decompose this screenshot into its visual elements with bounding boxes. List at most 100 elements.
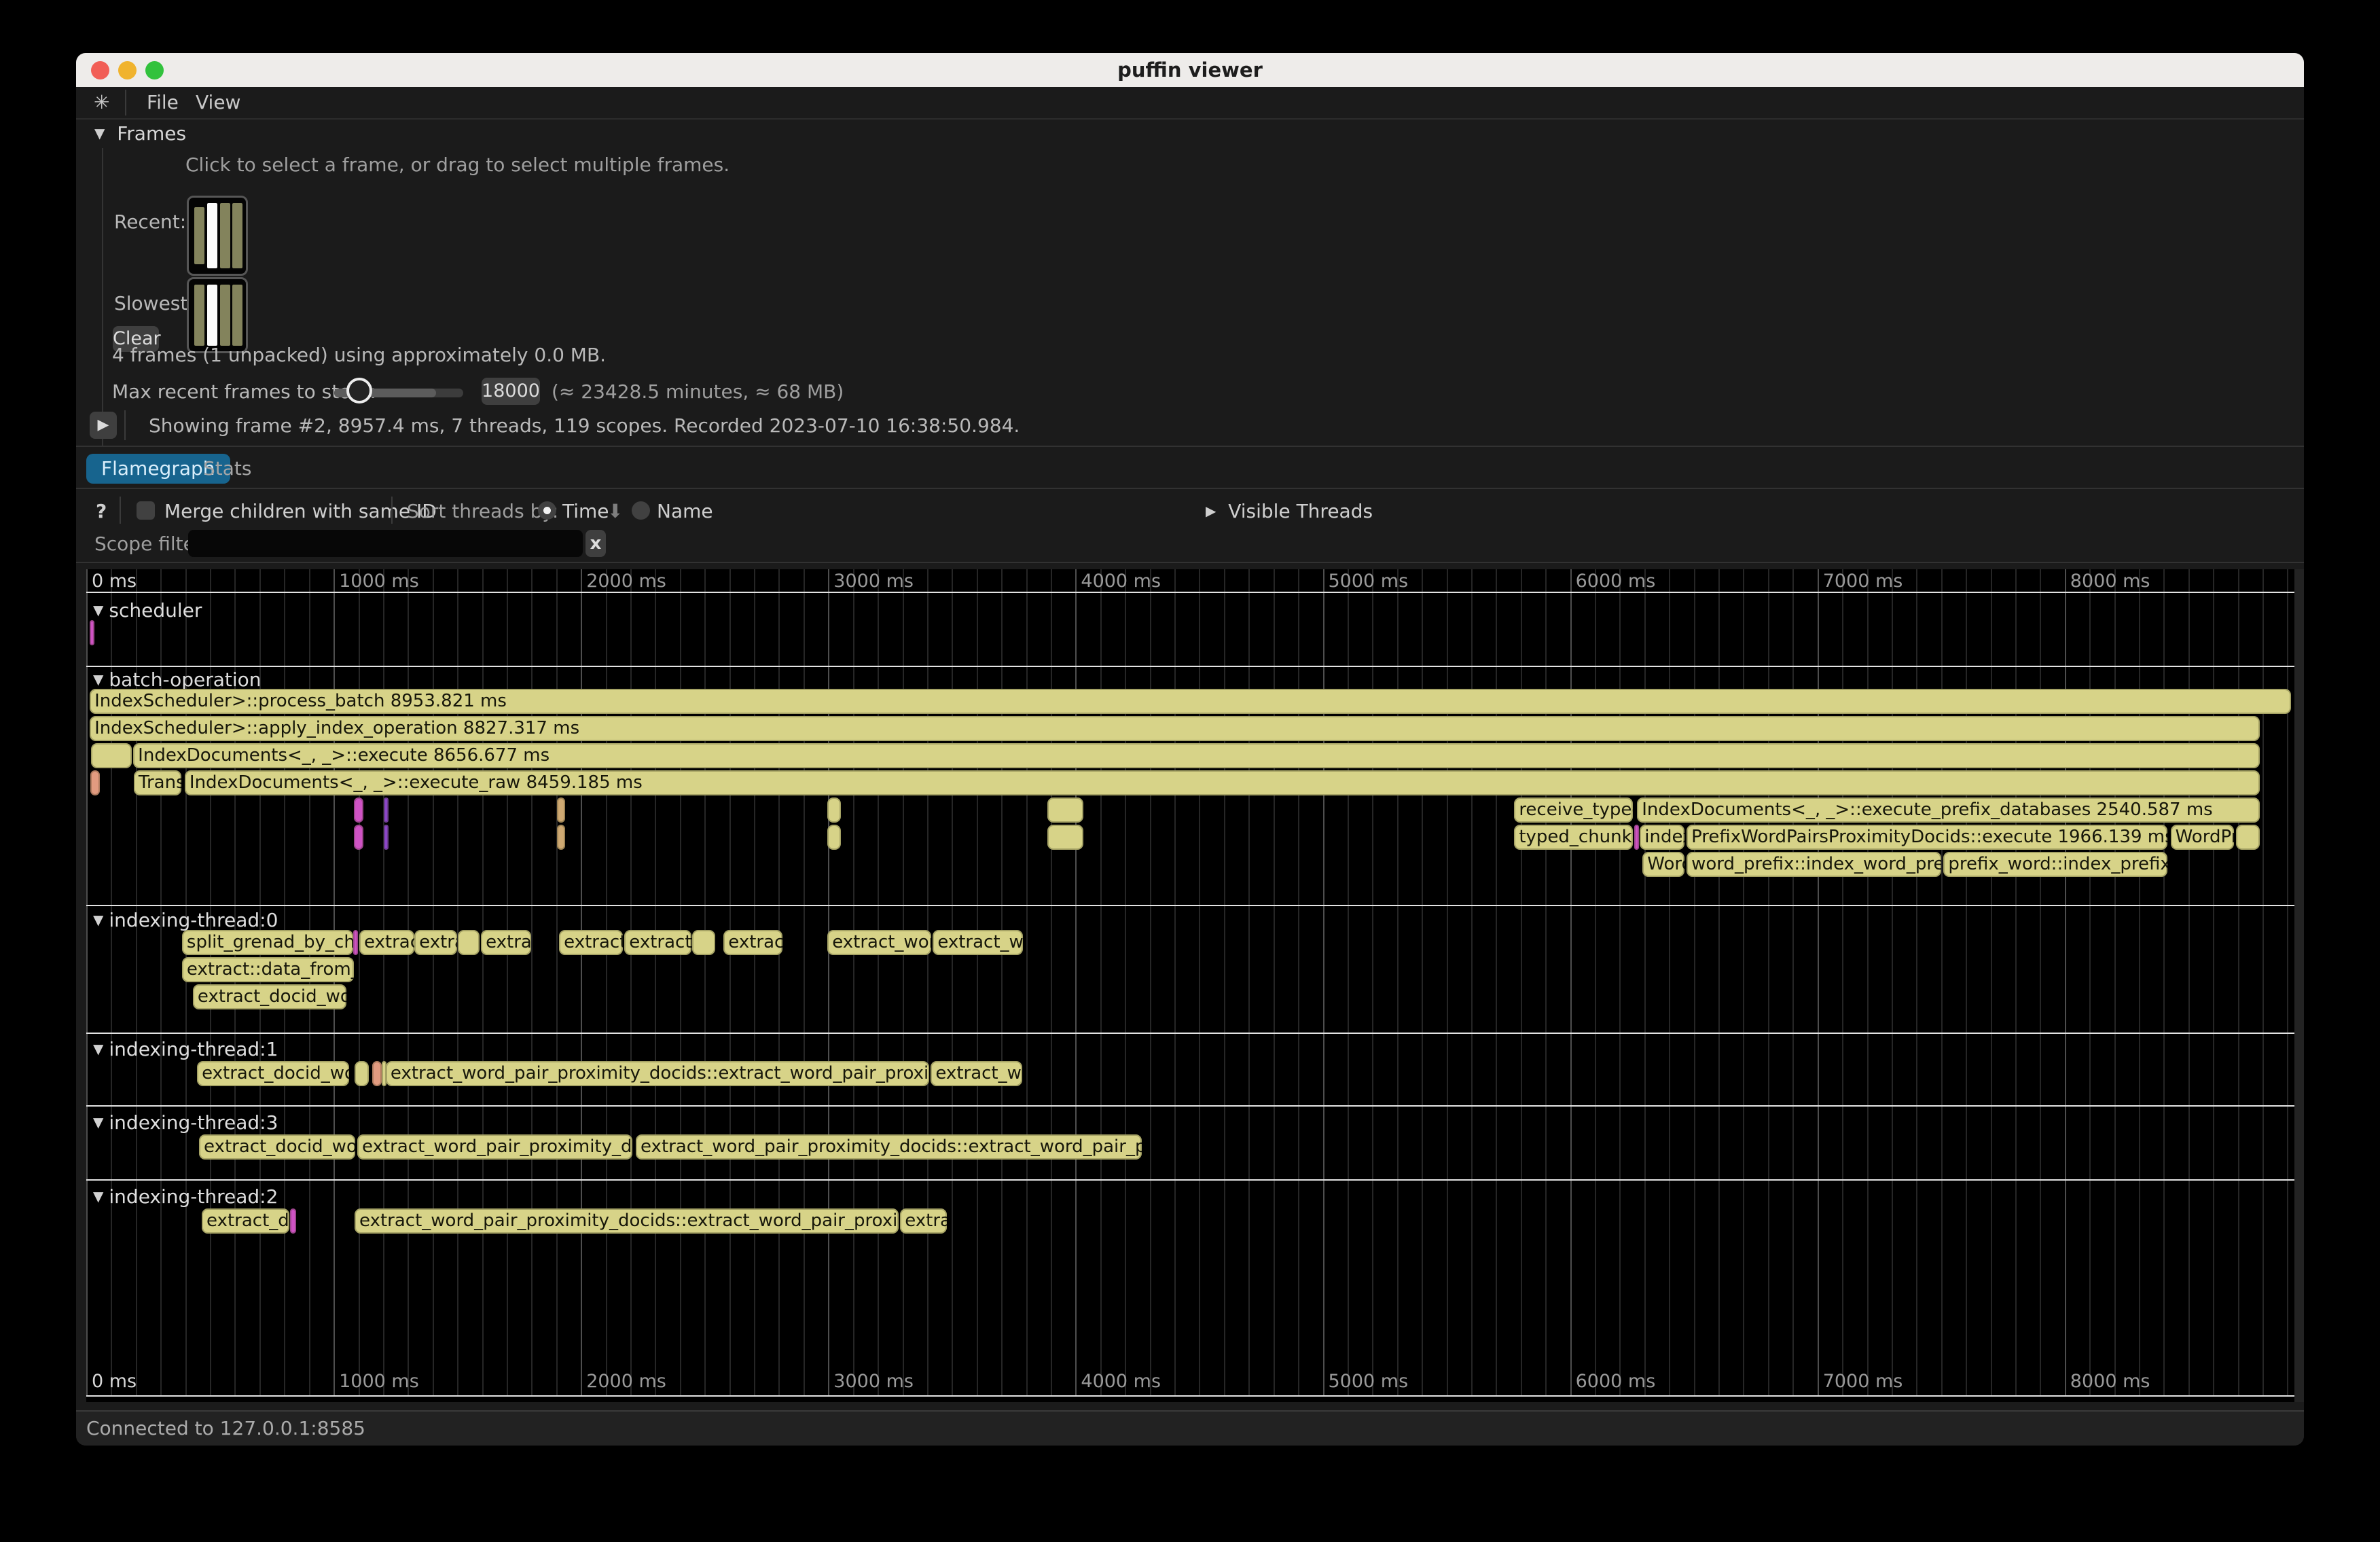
flame-bar[interactable]: extract_doc [202, 1208, 289, 1234]
flame-bar[interactable]: WordPr [2171, 825, 2234, 850]
menu-item-file[interactable]: File [147, 87, 179, 118]
section-separator-line [86, 1033, 2294, 1034]
flame-bar[interactable]: extract_word_pair_proximity_docids::extr… [355, 1208, 899, 1234]
flame-bar[interactable]: extract_word_pair_proximity_docids [357, 1134, 632, 1160]
axis-tick-label: 8000 ms [2070, 571, 2150, 592]
axis-tick-label: 6000 ms [1576, 571, 1656, 592]
flame-bar[interactable]: Word [1642, 852, 1684, 877]
flame-bar[interactable]: extract_docid_word [197, 1061, 349, 1086]
axis-tick-label: 5000 ms [1329, 1371, 1409, 1392]
flame-bar[interactable]: extract [723, 930, 782, 955]
frame-bar-selected[interactable] [207, 285, 217, 346]
thread-header-indexing-thread:1[interactable]: ▼indexing-thread:1 [93, 1038, 278, 1060]
max-frames-value[interactable]: 18000 [482, 378, 540, 405]
window-title: puffin viewer [76, 53, 2304, 87]
frames-section-header[interactable]: ▼ Frames [94, 122, 186, 145]
thread-header-indexing-thread:3[interactable]: ▼indexing-thread:3 [93, 1111, 278, 1134]
frame-bar[interactable] [220, 203, 230, 268]
scrollbar-track[interactable] [2294, 569, 2304, 1402]
flame-bar[interactable]: IndexDocuments<_, _>::execute_prefix_dat… [1637, 797, 2260, 823]
flame-bar[interactable]: extract_docid_word [199, 1134, 355, 1160]
frame-bar[interactable] [194, 285, 204, 346]
flame-bar[interactable] [2236, 825, 2260, 850]
help-button[interactable]: ? [96, 500, 107, 522]
flame-bar[interactable]: extract_ [559, 930, 623, 955]
flame-bar[interactable]: extract_word_pair_proximity_docids::extr… [636, 1134, 1142, 1160]
thread-header-indexing-thread:0[interactable]: ▼indexing-thread:0 [93, 909, 278, 931]
flame-bar[interactable]: extract [359, 930, 414, 955]
flame-bar[interactable] [557, 797, 565, 823]
flame-bar[interactable] [692, 930, 715, 955]
flame-bar[interactable]: extrac [900, 1208, 947, 1234]
flame-bar[interactable] [384, 797, 389, 823]
scope-filter-input[interactable] [188, 530, 583, 557]
flame-bar[interactable]: IndexScheduler>::process_batch 8953.821 … [90, 689, 2290, 714]
frame-bar-selected[interactable] [207, 203, 217, 268]
flame-bar[interactable]: prefix_word::index_prefix_wo [1943, 852, 2167, 877]
flame-bar[interactable]: extract_wo [931, 1061, 1022, 1086]
flame-bar[interactable] [1047, 797, 1083, 823]
frame-bar[interactable] [232, 285, 242, 346]
flame-bar[interactable] [372, 1061, 382, 1086]
flame-bar[interactable]: extract::data_from_ob [182, 957, 354, 982]
menu-item-view[interactable]: View [196, 87, 240, 118]
divider [76, 446, 2304, 447]
flame-bar[interactable] [353, 930, 358, 955]
sort-name-label: Name [657, 500, 713, 522]
flame-bar[interactable]: PrefixWordPairsProximityDocids::execute … [1687, 825, 2167, 850]
flame-bar[interactable]: IndexDocuments<_, _>::execute 8656.677 m… [133, 743, 2260, 768]
chevron-down-icon: ▼ [93, 1188, 103, 1204]
recent-frames-thumbnail[interactable] [187, 196, 248, 276]
flame-bar[interactable]: extra [414, 930, 457, 955]
flame-bar[interactable] [1634, 825, 1639, 850]
visible-threads-toggle[interactable]: ▶ Visible Threads [1206, 500, 1373, 522]
sort-name-radio[interactable] [632, 501, 650, 520]
flame-bar[interactable]: IndexDocuments<_, _>::execute_raw 8459.1… [185, 770, 2260, 795]
flame-bar[interactable] [827, 797, 841, 823]
tab-stats[interactable]: Stats [203, 454, 251, 484]
flame-bar[interactable] [90, 770, 100, 795]
flame-bar[interactable] [354, 825, 363, 850]
section-separator-line [86, 1395, 2294, 1397]
frame-bar[interactable] [194, 207, 204, 264]
flame-bar[interactable] [827, 825, 841, 850]
flame-bar[interactable]: index [1640, 825, 1684, 850]
flame-bar[interactable] [384, 825, 389, 850]
merge-children-checkbox[interactable] [137, 501, 155, 520]
flame-bar[interactable] [354, 797, 363, 823]
thread-header-indexing-thread:2[interactable]: ▼indexing-thread:2 [93, 1185, 278, 1208]
flame-bar[interactable]: extract_docid_word [193, 984, 346, 1009]
theme-toggle-icon[interactable]: ✳ [94, 87, 109, 118]
slider-knob[interactable] [346, 378, 372, 404]
thread-header-scheduler[interactable]: ▼scheduler [93, 599, 202, 622]
slowest-frames-thumbnail[interactable] [187, 277, 248, 353]
flame-bar[interactable]: extract_word_pair_proximity_docids::extr… [386, 1061, 929, 1086]
sort-time-radio[interactable] [538, 501, 556, 520]
flame-bar[interactable] [355, 1061, 369, 1086]
flame-bar[interactable]: split_grenad_by_chun [182, 930, 353, 955]
flame-bar[interactable] [1047, 825, 1083, 850]
flame-bar[interactable] [290, 1208, 296, 1234]
sort-direction-icon[interactable]: ⬇ [607, 500, 623, 522]
flame-bar[interactable]: extrac [481, 930, 531, 955]
flame-bar[interactable]: extract_wo [933, 930, 1023, 955]
flame-bar[interactable]: IndexScheduler>::apply_index_operation 8… [90, 716, 2260, 741]
flamegraph-canvas[interactable]: 0 ms0 ms1000 ms1000 ms2000 ms2000 ms3000… [86, 569, 2294, 1402]
play-button[interactable]: ▶ [90, 412, 117, 439]
flame-bar[interactable]: extract_ [624, 930, 691, 955]
flame-bar[interactable]: Trans [134, 770, 181, 795]
flame-bar[interactable] [90, 620, 94, 645]
flame-bar[interactable]: typed_chunk::w [1514, 825, 1633, 850]
frame-bar[interactable] [232, 203, 242, 268]
thread-header-batch-operation[interactable]: ▼batch-operation [93, 668, 262, 691]
flame-bar[interactable]: word_prefix::index_word_prefix_ [1687, 852, 1941, 877]
axis-tick-label: 8000 ms [2070, 1371, 2150, 1392]
flame-bar[interactable] [557, 825, 565, 850]
indent-guide [102, 148, 103, 446]
frame-bar[interactable] [220, 285, 230, 346]
flame-bar[interactable] [91, 743, 132, 768]
scope-filter-clear-button[interactable]: x [585, 530, 606, 557]
flame-bar[interactable] [458, 930, 480, 955]
flame-bar[interactable]: receive_typed_ [1514, 797, 1633, 823]
flame-bar[interactable]: extract_word [827, 930, 931, 955]
